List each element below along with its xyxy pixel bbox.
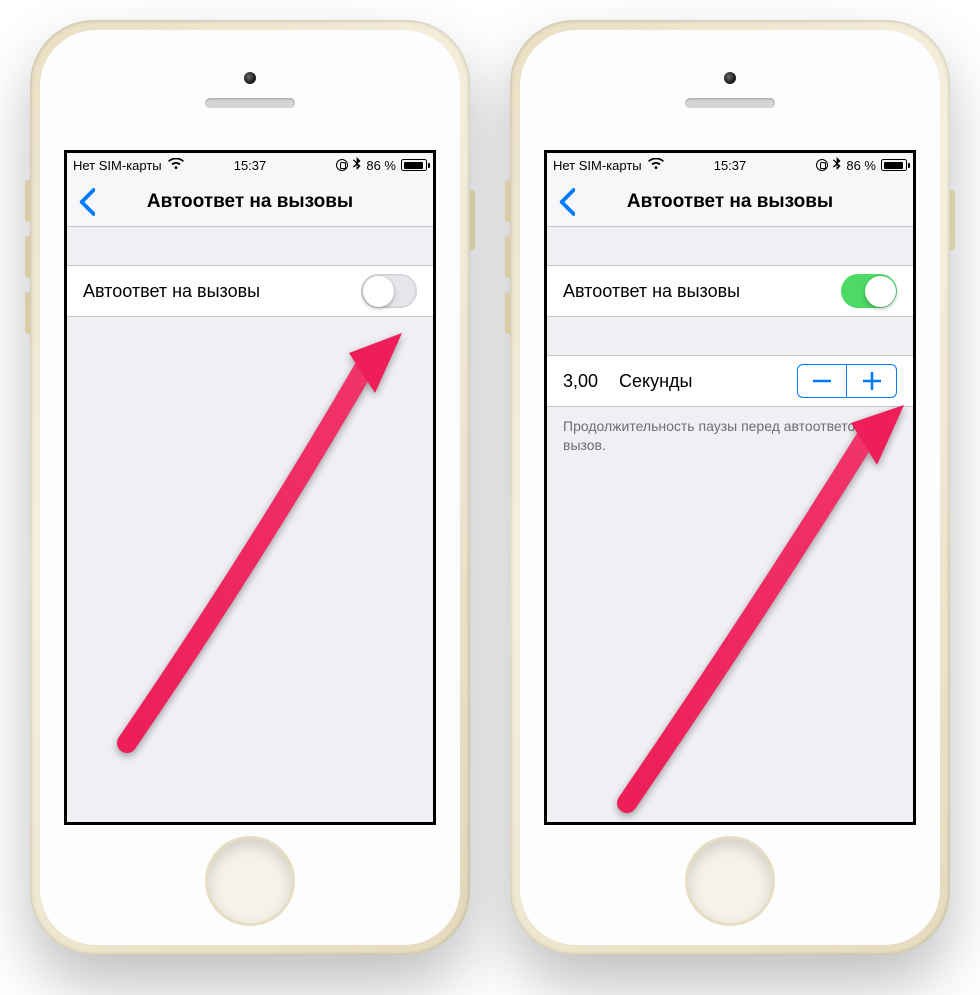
bluetooth-icon	[833, 157, 841, 173]
seconds-value: 3,00	[563, 371, 619, 392]
phone-right: Нет SIM-карты 15:37 86 %	[510, 20, 950, 955]
auto-answer-toggle-row[interactable]: Автоответ на вызовы	[547, 265, 913, 317]
phone-top-hardware	[40, 30, 460, 150]
toggle-knob	[865, 276, 896, 307]
earpiece-speaker	[205, 98, 295, 108]
rotation-lock-icon	[816, 159, 828, 171]
phone-left: Нет SIM-карты 15:37 86 %	[30, 20, 470, 955]
earpiece-speaker	[685, 98, 775, 108]
auto-answer-toggle[interactable]	[841, 274, 897, 308]
status-bar: Нет SIM-карты 15:37 86 %	[547, 153, 913, 177]
page-title: Автоответ на вызовы	[67, 191, 433, 213]
seconds-footer-note: Продолжительность паузы перед автоответо…	[547, 407, 913, 455]
front-camera	[724, 72, 736, 84]
auto-answer-toggle-row[interactable]: Автоответ на вызовы	[67, 265, 433, 317]
status-bar: Нет SIM-карты 15:37 86 %	[67, 153, 433, 177]
front-camera	[244, 72, 256, 84]
battery-pct-label: 86 %	[846, 158, 876, 173]
nav-header: Автоответ на вызовы	[547, 177, 913, 227]
auto-answer-label: Автоответ на вызовы	[563, 281, 740, 302]
phone-body: Нет SIM-карты 15:37 86 %	[520, 30, 940, 945]
settings-content: Автоответ на вызовы 3,00 Секунды	[547, 227, 913, 455]
battery-pct-label: 86 %	[366, 158, 396, 173]
carrier-label: Нет SIM-карты	[73, 158, 162, 173]
battery-icon	[401, 159, 427, 171]
home-button[interactable]	[208, 839, 292, 923]
rotation-lock-icon	[336, 159, 348, 171]
phone-top-hardware	[520, 30, 940, 150]
auto-answer-toggle[interactable]	[361, 274, 417, 308]
stepper-plus-button[interactable]	[847, 364, 897, 398]
nav-header: Автоответ на вызовы	[67, 177, 433, 227]
screen: Нет SIM-карты 15:37 86 %	[64, 150, 436, 825]
minus-icon	[813, 379, 831, 383]
seconds-stepper	[797, 364, 897, 398]
home-button[interactable]	[688, 839, 772, 923]
annotation-arrow	[107, 323, 417, 758]
page-title: Автоответ на вызовы	[547, 191, 913, 213]
plus-icon	[863, 372, 881, 390]
screen: Нет SIM-карты 15:37 86 %	[544, 150, 916, 825]
carrier-label: Нет SIM-карты	[553, 158, 642, 173]
phone-body: Нет SIM-карты 15:37 86 %	[40, 30, 460, 945]
bluetooth-icon	[353, 157, 361, 173]
settings-content: Автоответ на вызовы	[67, 227, 433, 317]
seconds-stepper-row: 3,00 Секунды	[547, 355, 913, 407]
toggle-knob	[363, 276, 394, 307]
battery-icon	[881, 159, 907, 171]
wifi-icon	[648, 158, 664, 173]
auto-answer-label: Автоответ на вызовы	[83, 281, 260, 302]
stepper-minus-button[interactable]	[797, 364, 847, 398]
annotation-arrow	[607, 393, 916, 818]
wifi-icon	[168, 158, 184, 173]
seconds-label: Секунды	[619, 371, 797, 392]
